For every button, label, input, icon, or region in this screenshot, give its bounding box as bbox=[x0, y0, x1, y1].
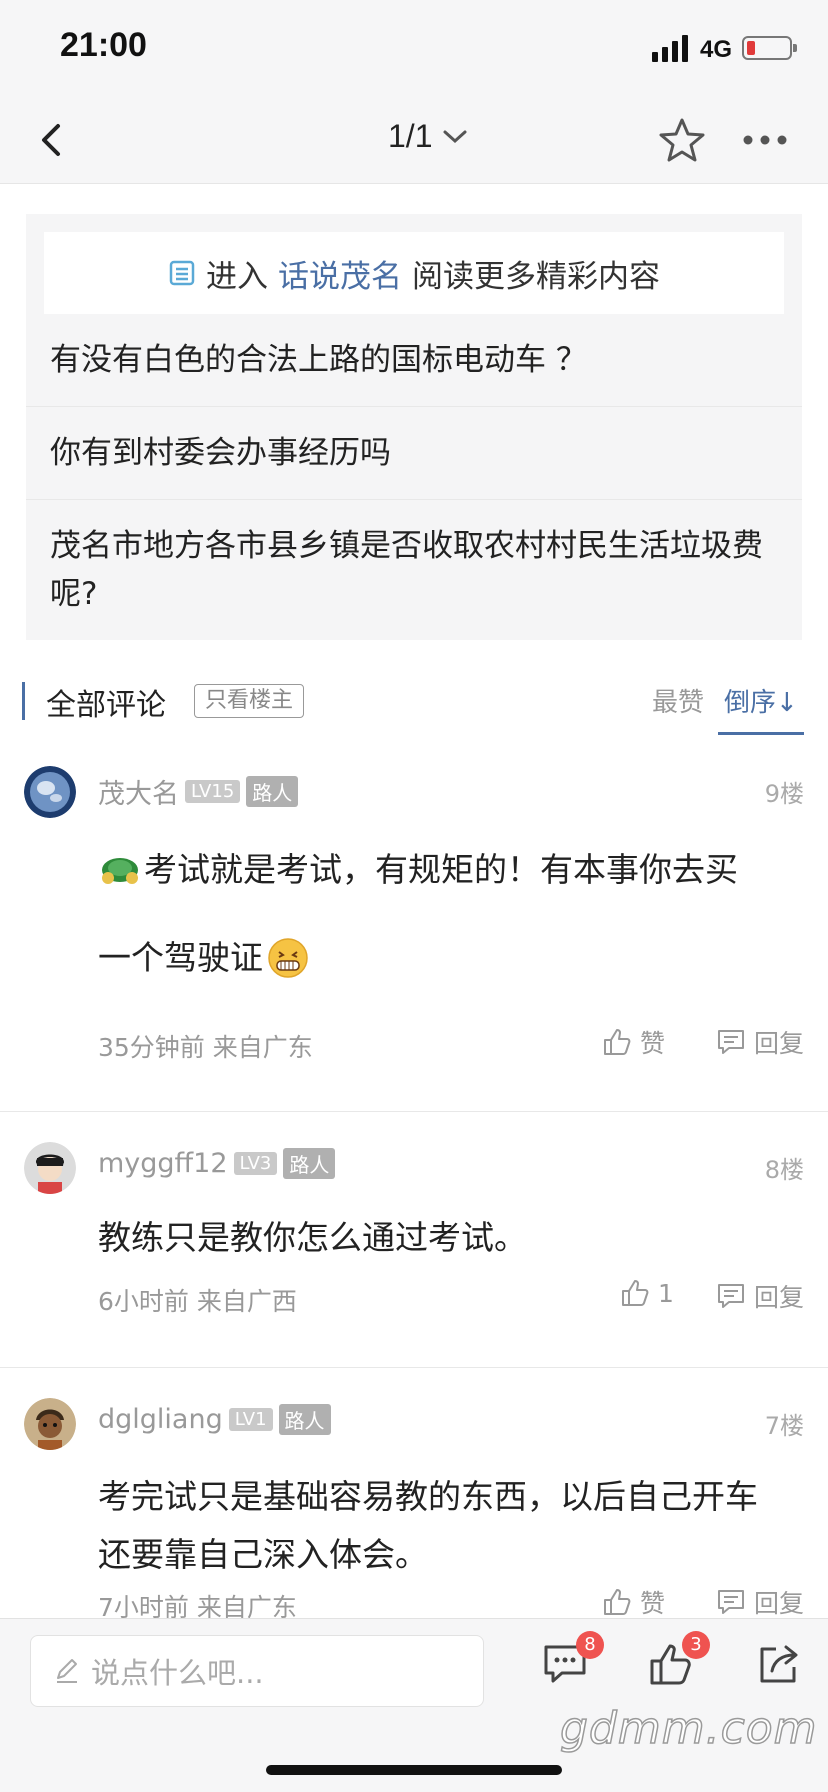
comment-meta: 35分钟前 来自广东 bbox=[98, 1033, 313, 1062]
bottom-action-bar: 说点什么吧... 8 3 gdmm.com bbox=[0, 1618, 828, 1792]
like-button[interactable]: 赞 bbox=[602, 1024, 665, 1060]
comment-item: myggff12 LV3 路人 8楼 教练只是教你怎么通过考试。 6小时前 来自… bbox=[0, 1142, 828, 1368]
star-icon[interactable] bbox=[656, 116, 708, 164]
comment-item: 茂大名 LV15 路人 9楼 考试就是考试，有规矩的！有本事你去买 一个驾驶证 bbox=[0, 766, 828, 1112]
reply-icon bbox=[717, 1284, 744, 1308]
related-item[interactable]: 你有到村委会办事经历吗 bbox=[26, 407, 802, 500]
reply-label: 回复 bbox=[753, 1283, 804, 1312]
comment-meta: 6小时前 来自广西 bbox=[98, 1287, 297, 1316]
turtle-emoji-icon bbox=[102, 858, 138, 884]
comment-item: dglgliang LV1 路人 7楼 考完试只是基础容易教的东西，以后自己开车… bbox=[0, 1398, 828, 1638]
comment-text: 教练只是教你怎么通过考试。 bbox=[98, 1218, 527, 1257]
comment-username[interactable]: myggff12 bbox=[98, 1148, 228, 1179]
comments-header: 全部评论 只看楼主 最赞 倒序↓ bbox=[0, 672, 828, 740]
related-item[interactable]: 有没有白色的合法上路的国标电动车 ？ bbox=[26, 314, 802, 407]
role-badge: 路人 bbox=[278, 1404, 331, 1435]
like-count: 1 bbox=[658, 1278, 674, 1308]
reply-label: 回复 bbox=[753, 1589, 804, 1618]
like-button[interactable]: 赞 bbox=[602, 1584, 665, 1620]
reply-label: 回复 bbox=[753, 1029, 804, 1058]
thumbs-up-icon bbox=[622, 1280, 649, 1306]
enter-forum-banner[interactable]: 进入 话说茂名 阅读更多精彩内容 bbox=[44, 232, 784, 314]
reply-button[interactable]: 回复 bbox=[716, 1024, 804, 1060]
pencil-icon bbox=[57, 1659, 77, 1683]
watermark: gdmm.com bbox=[559, 1702, 818, 1755]
level-badge: LV3 bbox=[233, 1152, 278, 1175]
home-indicator[interactable] bbox=[266, 1765, 562, 1775]
floor-number: 7楼 bbox=[764, 1412, 804, 1440]
like-button[interactable]: 1 bbox=[620, 1278, 674, 1308]
more-icon[interactable] bbox=[740, 116, 790, 164]
related-posts: 进入 话说茂名 阅读更多精彩内容 有没有白色的合法上路的国标电动车 ？ 你有到村… bbox=[26, 214, 802, 640]
page-indicator: 1/1 bbox=[388, 118, 433, 154]
signal-icon bbox=[652, 35, 688, 62]
floor-number: 8楼 bbox=[764, 1156, 804, 1184]
only-op-button[interactable]: 只看楼主 bbox=[194, 684, 305, 718]
comment-line-1: 考试就是考试，有规矩的！有本事你去买 bbox=[144, 850, 738, 889]
page-selector[interactable]: 1/1 bbox=[388, 118, 468, 155]
sort-hot-tab[interactable]: 最赞 bbox=[652, 682, 704, 719]
grin-emoji-icon bbox=[268, 938, 308, 978]
comments-count-button[interactable]: 8 bbox=[542, 1631, 604, 1691]
back-icon[interactable] bbox=[30, 116, 74, 164]
related-item[interactable]: 茂名市地方各市县乡镇是否收取农村村民生活垃圾费呢? bbox=[26, 500, 802, 640]
thumbs-up-icon bbox=[604, 1029, 631, 1055]
comment-username[interactable]: 茂大名 bbox=[98, 772, 179, 811]
battery-icon bbox=[742, 36, 797, 60]
reply-icon bbox=[717, 1590, 744, 1614]
floor-number: 9楼 bbox=[764, 780, 804, 808]
share-icon bbox=[760, 1645, 798, 1683]
share-button[interactable] bbox=[756, 1641, 806, 1691]
comment-text: 考完试只是基础容易教的东西，以后自己开车还要靠自己深入体会。 bbox=[98, 1477, 758, 1574]
chevron-down-icon bbox=[443, 130, 467, 143]
nav-bar: 1/1 bbox=[0, 96, 828, 184]
avatar[interactable] bbox=[24, 1142, 76, 1194]
like-label: 赞 bbox=[640, 1029, 666, 1058]
comment-username[interactable]: dglgliang bbox=[98, 1404, 223, 1435]
avatar[interactable] bbox=[24, 766, 76, 818]
input-placeholder: 说点什么吧... bbox=[91, 1656, 264, 1690]
like-post-button[interactable]: 3 bbox=[648, 1631, 710, 1691]
comment-line-2: 一个驾驶证 bbox=[98, 938, 263, 977]
enter-suffix: 阅读更多精彩内容 bbox=[412, 258, 660, 295]
level-badge: LV1 bbox=[228, 1408, 273, 1431]
role-badge: 路人 bbox=[283, 1148, 336, 1179]
status-time: 21:00 bbox=[60, 26, 147, 64]
sort-desc-tab[interactable]: 倒序↓ bbox=[724, 682, 798, 719]
document-icon bbox=[169, 260, 195, 286]
section-marker bbox=[22, 682, 25, 720]
comment-input[interactable]: 说点什么吧... bbox=[30, 1635, 484, 1707]
comment-text: 考试就是考试，有规矩的！有本事你去买 一个驾驶证 bbox=[98, 848, 788, 980]
active-tab-indicator bbox=[718, 732, 804, 735]
level-badge: LV15 bbox=[185, 780, 241, 803]
network-type: 4G bbox=[700, 36, 733, 63]
thumbs-up-icon bbox=[604, 1589, 631, 1615]
reply-button[interactable]: 回复 bbox=[716, 1584, 804, 1620]
status-bar: 21:00 4G bbox=[0, 0, 828, 96]
reply-button[interactable]: 回复 bbox=[716, 1278, 804, 1314]
like-label: 赞 bbox=[640, 1589, 666, 1618]
avatar[interactable] bbox=[24, 1398, 76, 1450]
role-badge: 路人 bbox=[246, 776, 299, 807]
reply-icon bbox=[717, 1030, 744, 1054]
comments-title: 全部评论 bbox=[46, 688, 166, 723]
comment-count-badge: 8 bbox=[576, 1631, 604, 1659]
like-count-badge: 3 bbox=[682, 1631, 710, 1659]
forum-link[interactable]: 话说茂名 bbox=[278, 251, 402, 296]
enter-prefix: 进入 bbox=[206, 258, 268, 295]
